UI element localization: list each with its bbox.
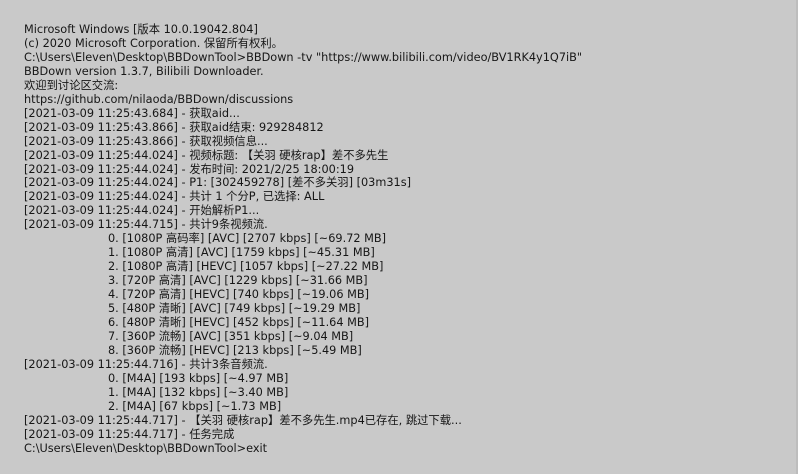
audio-stream-item: 2. [M4A] [67 kbps] [~1.73 MB] bbox=[108, 399, 282, 413]
console-prompt-line[interactable]: C:\Users\Eleven\Desktop\BBDownTool>exit bbox=[24, 442, 798, 456]
log-line: [2021-03-09 11:25:43.866] - 获取aid结束: 929… bbox=[24, 120, 324, 134]
audio-stream-item: 1. [M4A] [132 kbps] [~3.40 MB] bbox=[108, 385, 289, 399]
video-stream-item: 3. [720P 高清] [AVC] [1229 kbps] [~31.66 M… bbox=[108, 274, 368, 288]
console-line-command: C:\Users\Eleven\Desktop\BBDownTool>BBDow… bbox=[24, 50, 583, 64]
video-stream-item: 8. [360P 流畅] [HEVC] [213 kbps] [~5.49 MB… bbox=[108, 343, 362, 357]
video-stream-item: 0. [1080P 高码率] [AVC] [2707 kbps] [~69.72… bbox=[108, 232, 387, 246]
log-line: [2021-03-09 11:25:44.715] - 共计9条视频流. bbox=[24, 218, 268, 232]
log-line: [2021-03-09 11:25:43.684] - 获取aid... bbox=[24, 106, 240, 120]
log-line: [2021-03-09 11:25:44.024] - 发布时间: 2021/2… bbox=[24, 162, 355, 176]
video-stream-item: 4. [720P 高清] [HEVC] [740 kbps] [~19.06 M… bbox=[108, 288, 370, 302]
audio-stream-item: 0. [M4A] [193 kbps] [~4.97 MB] bbox=[108, 371, 289, 385]
console-line-copyright: (c) 2020 Microsoft Corporation. 保留所有权利。 bbox=[24, 36, 283, 50]
log-line: [2021-03-09 11:25:44.024] - P1: [3024592… bbox=[24, 176, 412, 190]
log-line: [2021-03-09 11:25:44.024] - 开始解析P1... bbox=[24, 204, 260, 218]
log-line: [2021-03-09 11:25:44.716] - 共计3条音频流. bbox=[24, 357, 268, 371]
video-stream-item: 1. [1080P 高清] [AVC] [1759 kbps] [~45.31 … bbox=[108, 246, 375, 260]
console-window[interactable]: Microsoft Windows [版本 10.0.19042.804] (c… bbox=[0, 0, 798, 474]
log-line: [2021-03-09 11:25:44.024] - 共计 1 个分P, 已选… bbox=[24, 190, 325, 204]
video-stream-item: 7. [360P 流畅] [AVC] [351 kbps] [~9.04 MB] bbox=[108, 329, 354, 343]
log-line: [2021-03-09 11:25:44.024] - 视频标题: 【关羽 硬核… bbox=[24, 148, 389, 162]
console-line-app-version: BBDown version 1.3.7, Bilibili Downloade… bbox=[24, 64, 264, 78]
log-line: [2021-03-09 11:25:43.866] - 获取视频信息... bbox=[24, 134, 268, 148]
video-stream-item: 6. [480P 清晰] [HEVC] [452 kbps] [~11.64 M… bbox=[108, 316, 370, 330]
video-stream-item: 2. [1080P 高清] [HEVC] [1057 kbps] [~27.22… bbox=[108, 260, 384, 274]
log-line: [2021-03-09 11:25:44.717] - 【关羽 硬核rap】差不… bbox=[24, 413, 462, 427]
log-line: [2021-03-09 11:25:44.717] - 任务完成 bbox=[24, 427, 235, 441]
console-line-discussion-url: https://github.com/nilaoda/BBDown/discus… bbox=[24, 92, 294, 106]
video-stream-item: 5. [480P 清晰] [AVC] [749 kbps] [~19.29 MB… bbox=[108, 302, 361, 316]
console-line-os-version: Microsoft Windows [版本 10.0.19042.804] bbox=[24, 23, 258, 36]
console-line-welcome: 欢迎到讨论区交流: bbox=[24, 78, 119, 92]
